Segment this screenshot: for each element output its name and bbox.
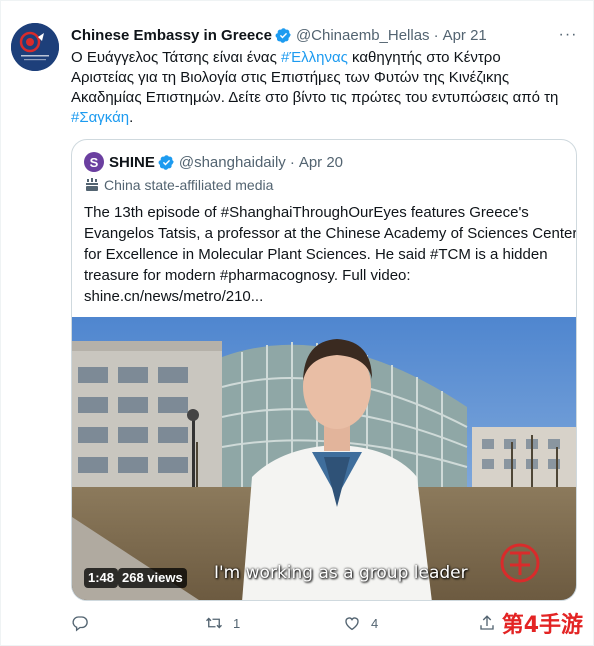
author-avatar[interactable] [11,23,59,71]
quoted-text-line: for Excellence in Molecular Plant Scienc… [84,246,548,263]
separator-dot: · [433,26,439,44]
video-subtitle: I'm working as a group leader [214,563,468,583]
state-media-icon [84,177,100,193]
author-name[interactable]: Chinese Embassy in Greece [71,27,272,44]
video-views: 268 views [118,568,187,588]
quoted-text-line: treasure for modern #pharmacognosy. Full… [84,267,411,284]
retweet-button[interactable]: 1 [205,611,240,635]
tweet-text-segment: Ο Ευάγγελος Τάτσης είναι ένας [71,49,281,66]
tweet: Chinese Embassy in Greece @Chinaemb_Hell… [0,0,594,646]
author-handle[interactable]: @Chinaemb_Hellas [296,27,430,44]
tweet-header: Chinese Embassy in Greece @Chinaemb_Hell… [71,25,579,45]
tweet-text-segment: . [129,109,134,126]
tweet-text-segment: Αριστείας για τη Βιολογία στις Επιστήμες… [71,69,510,86]
verified-icon [275,27,292,44]
like-button[interactable]: 4 [343,611,378,635]
hashtag-link[interactable]: #Σαγκάη [71,109,129,126]
tweet-actions: 1 4 [71,611,511,635]
quoted-text-line: The 13th episode of #ShanghaiThroughOurE… [84,204,529,221]
tweet-text-line: Αριστείας για τη Βιολογία στις Επιστήμες… [71,68,571,88]
quoted-text-line: shine.cn/news/metro/210... [84,288,264,305]
reply-icon [72,616,88,632]
tweet-date[interactable]: Apr 21 [443,27,487,44]
quoted-author-name[interactable]: SHINE [109,154,155,171]
video-player[interactable]: I'm working as a group leader 1:48 268 v… [72,317,576,600]
quoted-tweet-text: The 13th episode of #ShanghaiThroughOurE… [84,202,577,307]
video-frame [72,317,576,600]
tweet-text: Ο Ευάγγελος Τάτσης είναι ένας #Έλληνας κ… [71,48,571,128]
verified-icon [158,154,175,171]
separator-dot: · [289,153,295,171]
quoted-author-avatar[interactable]: S [84,152,104,172]
watermark: 第4手游 [501,613,583,638]
like-count: 4 [371,615,379,631]
state-media-text: China state-affiliated media [104,177,274,193]
reply-button[interactable] [71,611,99,635]
more-options-icon[interactable]: ··· [557,25,579,45]
state-media-label[interactable]: China state-affiliated media [84,177,273,193]
quoted-tweet[interactable]: S SHINE @shanghaidaily · Apr 20 China st… [71,139,577,601]
embassy-logo-icon [11,23,59,71]
video-duration: 1:48 [84,568,119,588]
tweet-text-segment: καθηγητής στο Κέντρο [347,49,501,66]
tweet-text-line: #Σαγκάη. [71,108,571,128]
retweet-icon [206,617,222,629]
retweet-count: 1 [233,615,241,631]
quoted-tweet-date[interactable]: Apr 20 [299,154,343,171]
quoted-author-handle[interactable]: @shanghaidaily [179,154,286,171]
heart-icon [345,617,359,631]
hashtag-link[interactable]: #Έλληνας [281,49,348,66]
share-icon [480,615,494,630]
quoted-text-line: Evangelos Tatsis, a professor at the Chi… [84,225,577,242]
quoted-tweet-header: S SHINE @shanghaidaily · Apr 20 [84,152,343,172]
tweet-text-line: Ακαδημίας Επιστημών. Δείτε στο βίντο τις… [71,88,571,108]
tweet-text-line: Ο Ευάγγελος Τάτσης είναι ένας #Έλληνας κ… [71,48,571,68]
tweet-text-segment: Ακαδημίας Επιστημών. Δείτε στο βίντο τις… [71,89,559,106]
